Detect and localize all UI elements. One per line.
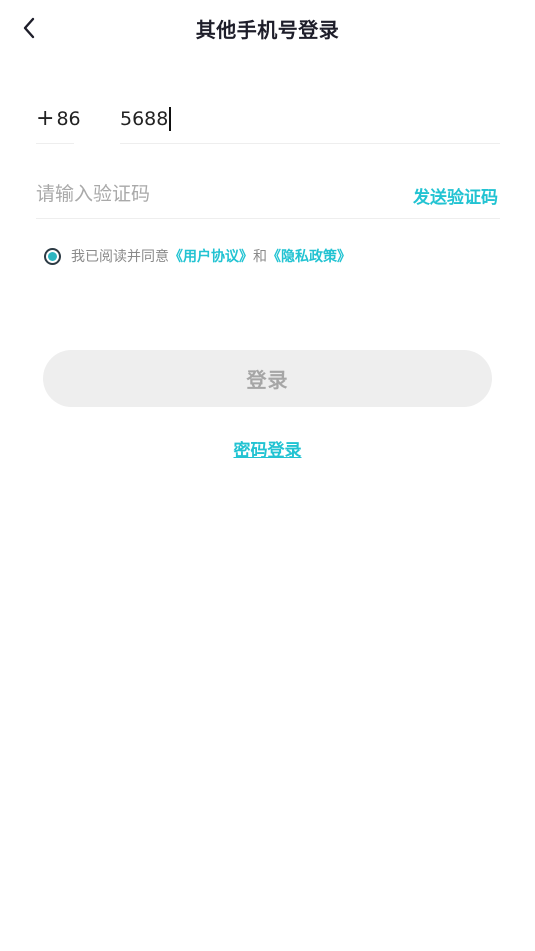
country-code-value: 86 (56, 107, 81, 130)
country-code-plus: + (36, 105, 55, 131)
country-code-selector[interactable]: + 86 (36, 94, 81, 144)
header: 其他手机号登录 (0, 0, 535, 56)
agreement-conjunction: 和 (253, 249, 267, 265)
agreement-prefix: 我已阅读并同意 (71, 249, 169, 265)
password-login-container: 密码登录 (0, 436, 535, 461)
agreement-row: 我已阅读并同意 《用户协议》 和 《隐私政策》 (44, 245, 351, 267)
text-caret (169, 106, 172, 131)
verification-code-input[interactable] (36, 170, 336, 217)
send-code-button[interactable]: 发送验证码 (413, 183, 498, 208)
verification-code-row: 发送验证码 (36, 170, 500, 219)
user-agreement-link[interactable]: 《用户协议》 (169, 246, 253, 266)
phone-row: + 86 5688 (36, 94, 500, 144)
page-title: 其他手机号登录 (195, 18, 340, 42)
phone-input[interactable]: 5688 (120, 94, 500, 144)
privacy-policy-link[interactable]: 《隐私政策》 (267, 246, 351, 266)
password-login-link[interactable]: 密码登录 (234, 441, 302, 461)
agreement-radio[interactable] (44, 247, 61, 265)
login-button[interactable]: 登录 (43, 350, 492, 407)
phone-input-value: 5688 (120, 107, 169, 130)
radio-checked-dot (48, 251, 57, 261)
